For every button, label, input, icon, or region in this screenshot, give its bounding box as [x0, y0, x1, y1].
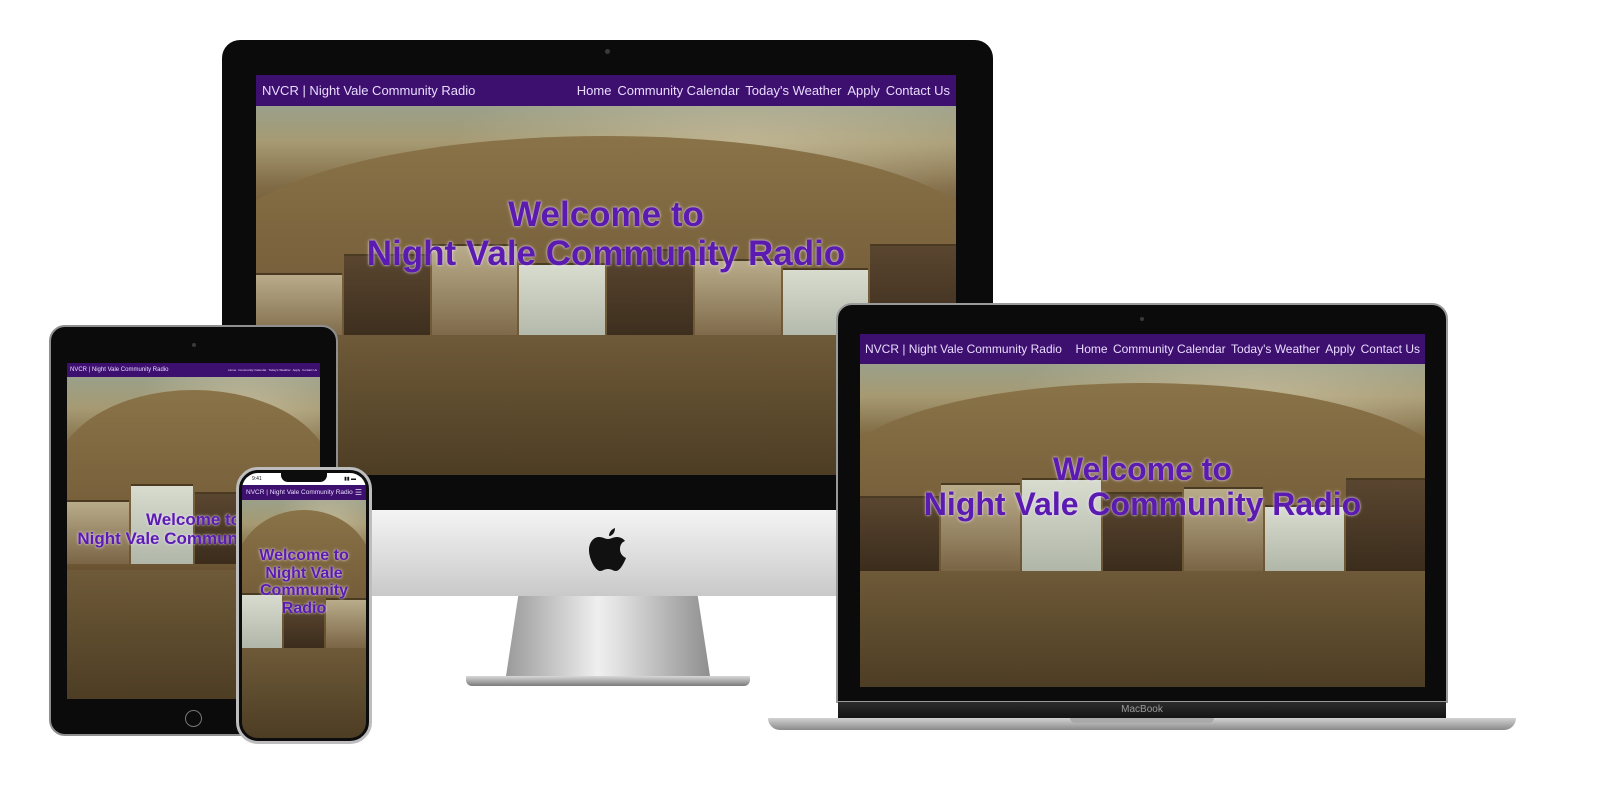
nav-links: Home Community Calendar Today's Weather … — [1076, 342, 1420, 356]
nav-home[interactable]: Home — [577, 83, 612, 98]
laptop-screen: NVCR | Night Vale Community Radio Home C… — [860, 334, 1425, 687]
hero-heading: Welcome to Night Vale Community Radio — [860, 451, 1425, 523]
nav-todays-weather[interactable]: Today's Weather — [745, 83, 841, 98]
nav-home[interactable]: Home — [1076, 342, 1108, 356]
site-navbar: NVCR | Night Vale Community Radio Home C… — [860, 334, 1425, 364]
tablet-camera — [192, 343, 196, 347]
signal-battery-icon: ▮▮ ▬ — [344, 476, 356, 482]
nav-links: Home Community Calendar Today's Weather … — [228, 368, 317, 372]
hero-image: Welcome to Night Vale Community Radio — [242, 500, 366, 738]
site-navbar: NVCR | Night Vale Community Radio ☰ — [242, 485, 366, 500]
nav-home[interactable]: Home — [228, 368, 236, 372]
nav-todays-weather[interactable]: Today's Weather — [1231, 342, 1320, 356]
hero-heading-line2: Night Vale Community Radio — [366, 233, 846, 273]
nav-apply[interactable]: Apply — [847, 83, 880, 98]
apple-logo-icon — [589, 528, 626, 571]
imac-stand — [506, 596, 710, 676]
imac-camera — [605, 49, 610, 54]
nav-apply[interactable]: Apply — [293, 368, 301, 372]
nav-contact-us[interactable]: Contact Us — [302, 368, 317, 372]
hero-heading-line4: Radio — [281, 599, 327, 617]
hero-heading-line2: Night Vale Community Radio — [923, 486, 1362, 523]
site-navbar: NVCR | Night Vale Community Radio Home C… — [67, 363, 320, 377]
phone-notch — [281, 473, 327, 482]
site-brand[interactable]: NVCR | Night Vale Community Radio — [246, 489, 353, 496]
site-brand[interactable]: NVCR | Night Vale Community Radio — [865, 342, 1062, 356]
nav-community-calendar[interactable]: Community Calendar — [238, 368, 266, 372]
laptop-camera — [1140, 317, 1144, 321]
nav-contact-us[interactable]: Contact Us — [886, 83, 950, 98]
hero-heading-line1: Welcome to — [508, 195, 704, 234]
phone-screen: 9:41 ▮▮ ▬ NVCR | Night Vale Community Ra… — [242, 473, 366, 738]
tablet-home-button[interactable] — [185, 710, 202, 727]
nav-links: Home Community Calendar Today's Weather … — [577, 83, 950, 98]
hero-heading: Welcome to Night Vale Community Radio — [242, 547, 366, 617]
nav-contact-us[interactable]: Contact Us — [1361, 342, 1420, 356]
hero-image: Welcome to Night Vale Community Radio — [860, 364, 1425, 687]
phone-time: 9:41 — [252, 476, 262, 482]
imac-foot — [466, 676, 750, 686]
hero-heading-line3: Community — [260, 582, 348, 600]
hero-heading: Welcome to Night Vale Community Radio — [256, 195, 956, 273]
nav-community-calendar[interactable]: Community Calendar — [617, 83, 739, 98]
site-brand[interactable]: NVCR | Night Vale Community Radio — [262, 83, 475, 98]
hamburger-menu-icon[interactable]: ☰ — [355, 488, 362, 497]
laptop-label: MacBook — [1121, 704, 1163, 715]
hero-heading-line2: Night Vale — [265, 564, 343, 582]
nav-todays-weather[interactable]: Today's Weather — [268, 368, 290, 372]
nav-apply[interactable]: Apply — [1325, 342, 1355, 356]
laptop-notch — [1070, 718, 1214, 723]
site-brand[interactable]: NVCR | Night Vale Community Radio — [70, 367, 168, 373]
hero-heading-line1: Welcome to — [259, 547, 349, 564]
nav-community-calendar[interactable]: Community Calendar — [1113, 342, 1226, 356]
hero-heading-line1: Welcome to — [1053, 451, 1232, 487]
laptop-chin: MacBook — [838, 702, 1446, 718]
site-navbar: NVCR | Night Vale Community Radio Home C… — [256, 75, 956, 106]
